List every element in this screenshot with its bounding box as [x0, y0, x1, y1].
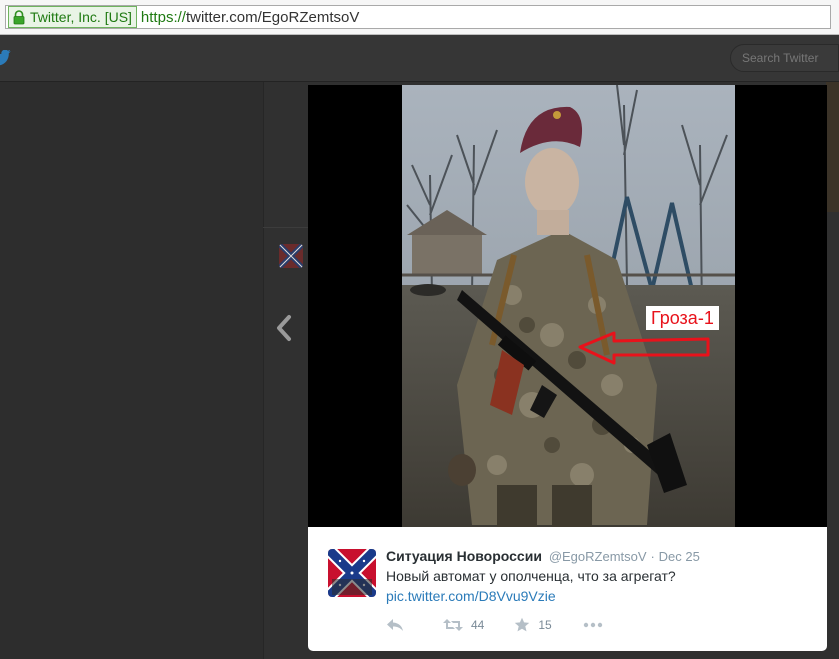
- favorite-button[interactable]: 15: [514, 617, 552, 633]
- author-handle[interactable]: @EgoRZemtsoV: [549, 549, 647, 564]
- reply-button[interactable]: [386, 618, 404, 632]
- media-modal: Гроза-1 Ситуация Новороссии @EgoRZemtsoV…: [308, 85, 827, 651]
- more-options-button[interactable]: [583, 622, 603, 628]
- previous-media-arrow-icon[interactable]: [274, 313, 294, 343]
- retweet-icon: [443, 619, 463, 631]
- tweet-media-link[interactable]: pic.twitter.com/D8Vvu9Vzie: [386, 587, 556, 606]
- favorite-count: 15: [538, 618, 552, 632]
- timeline-separator: [263, 227, 311, 228]
- url-text: https://twitter.com/EgoRZemtsoV: [141, 9, 359, 26]
- twitter-bird-icon[interactable]: [0, 50, 18, 66]
- weapon-annotation-label: Гроза-1: [646, 306, 719, 330]
- twitter-top-bar: Search Twitter: [0, 35, 839, 82]
- tweet-text: Новый автомат у ополченца, что за агрега…: [386, 568, 676, 584]
- author-name[interactable]: Ситуация Новороссии: [386, 548, 542, 564]
- retweet-button[interactable]: 44: [443, 618, 484, 632]
- tweet-date[interactable]: Dec 25: [659, 549, 700, 564]
- tweet-actions: 44 15: [386, 615, 603, 635]
- url-scheme: https://: [140, 8, 186, 26]
- retweet-count: 44: [471, 618, 485, 632]
- background-media-strip: [826, 82, 839, 212]
- tweet-photo[interactable]: Гроза-1: [402, 85, 735, 527]
- background-avatar: [279, 244, 303, 268]
- header-separator: ·: [650, 549, 655, 564]
- lock-icon: [13, 9, 25, 24]
- author-avatar[interactable]: [328, 549, 376, 597]
- tweet-card: Ситуация Новороссии @EgoRZemtsoV · Dec 2…: [308, 527, 827, 651]
- ev-certificate-badge[interactable]: Twitter, Inc. [US]: [8, 6, 137, 28]
- search-input[interactable]: Search Twitter: [730, 44, 839, 72]
- tweet-header: Ситуация Новороссии @EgoRZemtsoV · Dec 2…: [386, 548, 700, 564]
- url-host-path: twitter.com/EgoRZemtsoV: [185, 8, 360, 26]
- browser-address-bar: Twitter, Inc. [US] https://twitter.com/E…: [0, 0, 839, 35]
- favorite-star-icon: [515, 617, 530, 632]
- media-viewer: Гроза-1: [308, 85, 827, 527]
- novorossiya-flag-avatar: [328, 549, 376, 597]
- ev-organization-label: Twitter, Inc. [US]: [30, 9, 132, 25]
- url-field[interactable]: Twitter, Inc. [US] https://twitter.com/E…: [5, 5, 831, 29]
- more-dots-icon: [583, 622, 602, 628]
- reply-icon: [387, 619, 403, 631]
